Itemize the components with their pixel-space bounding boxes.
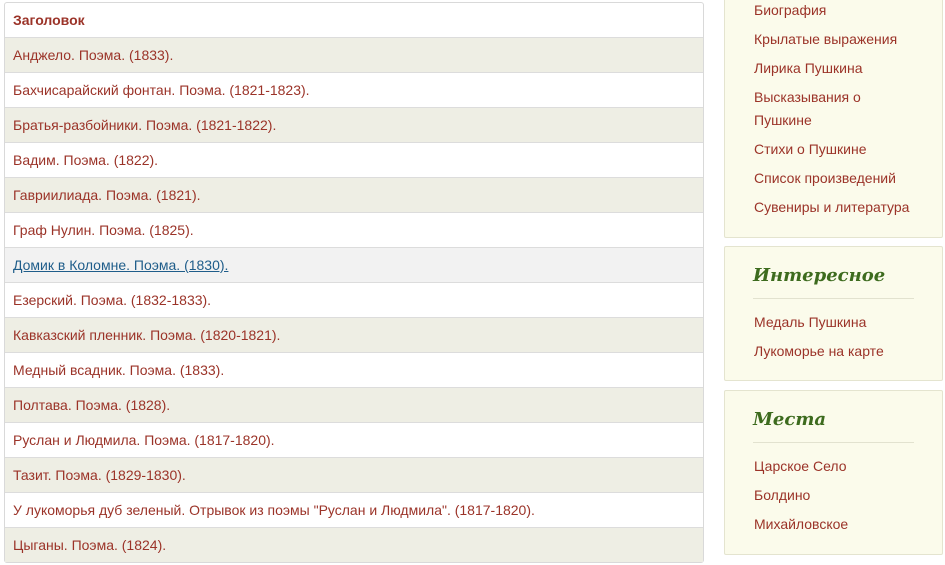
sidebar-item: Высказывания о Пушкине bbox=[754, 86, 942, 132]
table-row: У лукоморья дуб зеленый. Отрывок из поэм… bbox=[5, 492, 703, 527]
sidebar-link-lyrics[interactable]: Лирика Пушкина bbox=[754, 60, 862, 76]
table-row: Кавказский пленник. Поэма. (1820-1821). bbox=[5, 317, 703, 352]
table-row: Полтава. Поэма. (1828). bbox=[5, 387, 703, 422]
table-header: Заголовок bbox=[13, 12, 85, 28]
sidebar-link-poems-about[interactable]: Стихи о Пушкине bbox=[754, 141, 867, 157]
work-link[interactable]: Тазит. Поэма. (1829-1830). bbox=[13, 467, 186, 483]
sidebar-item: Болдино bbox=[754, 484, 942, 507]
table-row: Руслан и Людмила. Поэма. (1817-1820). bbox=[5, 422, 703, 457]
sidebar-link-sayings-line1: Высказывания о bbox=[754, 89, 861, 105]
sidebar-item: Лукоморье на карте bbox=[754, 340, 942, 363]
sidebar-item: Биография bbox=[754, 0, 942, 22]
table-row: Тазит. Поэма. (1829-1830). bbox=[5, 457, 703, 492]
sidebar-link-mikhaylovskoye[interactable]: Михайловское bbox=[754, 516, 848, 532]
sidebar-panel-interesting: Интересное Медаль Пушкина Лукоморье на к… bbox=[724, 246, 943, 381]
sidebar-link-list: Царское Село Болдино Михайловское bbox=[725, 443, 942, 536]
table-row-hovered: Домик в Коломне. Поэма. (1830). bbox=[5, 247, 703, 282]
sidebar-item: Крылатые выражения bbox=[754, 28, 942, 51]
works-table: Заголовок Анджело. Поэма. (1833). Бахчис… bbox=[4, 2, 704, 563]
sidebar-link-tsarskoye-selo[interactable]: Царское Село bbox=[754, 458, 847, 474]
sidebar-panel-main-links: Биография Крылатые выражения Лирика Пушк… bbox=[724, 0, 943, 238]
table-row: Цыганы. Поэма. (1824). bbox=[5, 527, 703, 562]
work-link[interactable]: Цыганы. Поэма. (1824). bbox=[13, 537, 166, 553]
sidebar-link-boldino[interactable]: Болдино bbox=[754, 487, 810, 503]
sidebar-link-sayings-line2: Пушкине bbox=[754, 112, 812, 128]
work-link[interactable]: Кавказский пленник. Поэма. (1820-1821). bbox=[13, 327, 280, 343]
sidebar-link-lukomorye-map[interactable]: Лукоморье на карте bbox=[754, 343, 884, 359]
table-row: Гавриилиада. Поэма. (1821). bbox=[5, 177, 703, 212]
sidebar-link-medal[interactable]: Медаль Пушкина bbox=[754, 314, 866, 330]
table-row: Бахчисарайский фонтан. Поэма. (1821-1823… bbox=[5, 72, 703, 107]
sidebar-link-quotes[interactable]: Крылатые выражения bbox=[754, 31, 897, 47]
sidebar-item: Медаль Пушкина bbox=[754, 311, 942, 334]
table-row: Медный всадник. Поэма. (1833). bbox=[5, 352, 703, 387]
sidebar-link-list: Медаль Пушкина Лукоморье на карте bbox=[725, 299, 942, 363]
table-row: Граф Нулин. Поэма. (1825). bbox=[5, 212, 703, 247]
work-link[interactable]: Граф Нулин. Поэма. (1825). bbox=[13, 222, 194, 238]
work-link[interactable]: Гавриилиада. Поэма. (1821). bbox=[13, 187, 201, 203]
sidebar-link-works-list[interactable]: Список произведений bbox=[754, 170, 896, 186]
sidebar-link-list: Биография Крылатые выражения Лирика Пушк… bbox=[725, 0, 942, 219]
work-link[interactable]: Домик в Коломне. Поэма. (1830). bbox=[13, 257, 228, 273]
sidebar-link-sayings[interactable]: Высказывания о Пушкине bbox=[754, 89, 861, 128]
sidebar-item: Сувениры и литература bbox=[754, 196, 942, 219]
work-link[interactable]: Анджело. Поэма. (1833). bbox=[13, 47, 173, 63]
work-link[interactable]: Руслан и Людмила. Поэма. (1817-1820). bbox=[13, 432, 275, 448]
work-link[interactable]: Вадим. Поэма. (1822). bbox=[13, 152, 158, 168]
table-row: Езерский. Поэма. (1832-1833). bbox=[5, 282, 703, 317]
work-link[interactable]: Бахчисарайский фонтан. Поэма. (1821-1823… bbox=[13, 82, 310, 98]
panel-title: Места bbox=[753, 391, 914, 443]
table-row: Анджело. Поэма. (1833). bbox=[5, 37, 703, 72]
work-link[interactable]: Полтава. Поэма. (1828). bbox=[13, 397, 170, 413]
table-row: Братья-разбойники. Поэма. (1821-1822). bbox=[5, 107, 703, 142]
sidebar-link-biography[interactable]: Биография bbox=[754, 2, 826, 18]
sidebar-item: Стихи о Пушкине bbox=[754, 138, 942, 161]
table-row: Вадим. Поэма. (1822). bbox=[5, 142, 703, 177]
sidebar-item: Лирика Пушкина bbox=[754, 57, 942, 80]
work-link[interactable]: Братья-разбойники. Поэма. (1821-1822). bbox=[13, 117, 276, 133]
panel-title: Интересное bbox=[753, 247, 914, 299]
sidebar-link-souvenirs[interactable]: Сувениры и литература bbox=[754, 199, 909, 215]
sidebar-item: Список произведений bbox=[754, 167, 942, 190]
sidebar-panel-places: Места Царское Село Болдино Михайловское bbox=[724, 390, 943, 555]
sidebar-item: Михайловское bbox=[754, 513, 942, 536]
work-link[interactable]: Езерский. Поэма. (1832-1833). bbox=[13, 292, 211, 308]
work-link[interactable]: Медный всадник. Поэма. (1833). bbox=[13, 362, 224, 378]
work-link[interactable]: У лукоморья дуб зеленый. Отрывок из поэм… bbox=[13, 502, 535, 518]
sidebar-item: Царское Село bbox=[754, 455, 942, 478]
